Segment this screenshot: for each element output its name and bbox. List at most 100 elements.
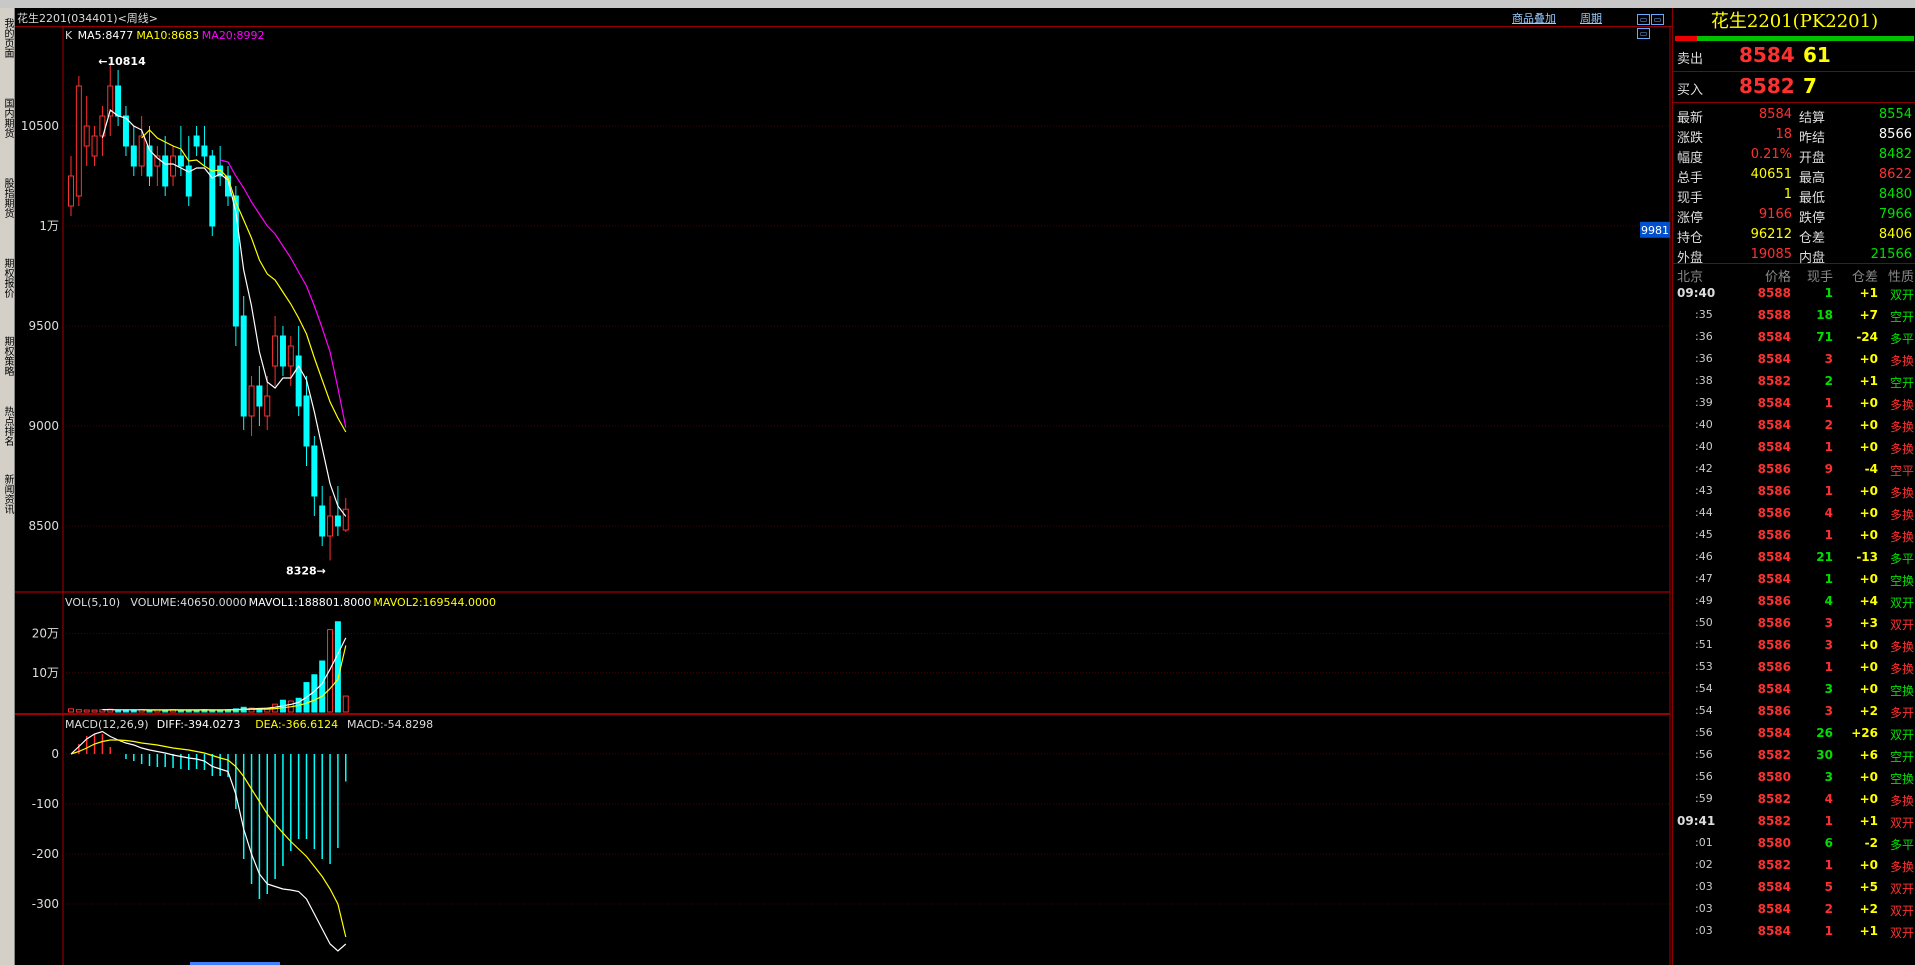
- sidebar-tab-1[interactable]: 国内期货: [1, 98, 13, 138]
- tick-oi-change: +26: [1851, 726, 1878, 740]
- tick-nature: 多换: [1889, 530, 1914, 544]
- quote-label: 仓差: [1799, 231, 1826, 246]
- tick-row[interactable]: :53 8586 1 +0 多换: [1673, 658, 1915, 680]
- tick-list[interactable]: 09:40 8588 1 +1 双开:35 8588 18 +7 空开:36 8584 71 -24 多…: [1673, 284, 1915, 944]
- tick-volume: 1: [1824, 924, 1833, 938]
- volume-bar: [91, 709, 98, 713]
- tick-oi-change: +3: [1859, 616, 1878, 630]
- tick-nature: 双开: [1889, 596, 1914, 610]
- tick-header-cell: 性质: [1887, 270, 1914, 285]
- tick-volume: 9: [1824, 462, 1833, 476]
- tick-price: 8584: [1757, 726, 1791, 740]
- ask-row[interactable]: 卖出 8584 61: [1673, 41, 1915, 72]
- tick-row[interactable]: :03 8584 1 +1 双开: [1673, 922, 1915, 944]
- tick-time: 09:40: [1677, 286, 1716, 300]
- bid-row[interactable]: 买入 8582 7: [1673, 72, 1915, 103]
- tick-volume: 3: [1824, 770, 1833, 784]
- legend-volume: VOLUME:40650.0000: [130, 596, 246, 609]
- sidebar-tab-5[interactable]: 热点排名: [1, 406, 13, 446]
- macd-y-tick: -100: [32, 797, 59, 811]
- quote-label: 幅度: [1677, 151, 1704, 166]
- tick-row[interactable]: :03 8584 5 +5 双开: [1673, 878, 1915, 900]
- tick-nature: 双开: [1889, 728, 1914, 742]
- tick-nature: 多换: [1889, 486, 1914, 500]
- tick-row[interactable]: :56 8584 26 +26 双开: [1673, 724, 1915, 746]
- tick-volume: 1: [1824, 286, 1833, 300]
- tick-row[interactable]: :49 8586 4 +4 双开: [1673, 592, 1915, 614]
- candle-body: [115, 85, 122, 117]
- sidebar-tab-0[interactable]: 我的页面: [1, 18, 13, 58]
- side-tabs: 我的页面国内期货股指期货期权报价期权策略热点排名新闻资讯: [0, 8, 15, 965]
- tick-row[interactable]: :50 8586 3 +3 双开: [1673, 614, 1915, 636]
- tick-row[interactable]: :45 8586 1 +0 多换: [1673, 526, 1915, 548]
- tick-price: 8586: [1757, 660, 1791, 674]
- tick-row[interactable]: :36 8584 3 +0 多换: [1673, 350, 1915, 372]
- legend-vol: VOL(5,10): [65, 596, 120, 609]
- tick-row[interactable]: :42 8586 9 -4 空平: [1673, 460, 1915, 482]
- tick-row[interactable]: :44 8586 4 +0 多换: [1673, 504, 1915, 526]
- candle-body: [162, 155, 169, 187]
- sidebar-tab-4[interactable]: 期权策略: [1, 336, 13, 376]
- tick-row[interactable]: :40 8584 1 +0 多换: [1673, 438, 1915, 460]
- sidebar-tab-3[interactable]: 期权报价: [1, 258, 13, 298]
- kline-chart[interactable]: 10500 1万 9500 9000 8500 K MA5:8477 MA10:8683 MA2…: [15, 26, 1672, 965]
- tick-time: :38: [1695, 374, 1713, 387]
- tick-volume: 26: [1816, 726, 1833, 740]
- tile-icon[interactable]: ▭: [1651, 14, 1664, 25]
- tick-oi-change: +0: [1859, 396, 1878, 410]
- tick-oi-change: +0: [1859, 638, 1878, 652]
- tick-time: 09:41: [1677, 814, 1716, 828]
- tick-row[interactable]: :51 8586 3 +0 多换: [1673, 636, 1915, 658]
- overlay-commodity-link[interactable]: 商品叠加: [1512, 10, 1556, 26]
- tick-nature: 多开: [1889, 706, 1914, 720]
- tick-volume: 2: [1824, 374, 1833, 388]
- quote-value: 7966: [1878, 207, 1912, 222]
- window-buttons: ▭ ▭▭: [1637, 11, 1672, 39]
- tick-row[interactable]: :36 8584 71 -24 多平: [1673, 328, 1915, 350]
- tick-row[interactable]: 09:41 8582 1 +1 双开: [1673, 812, 1915, 834]
- tick-row[interactable]: :01 8580 6 -2 多平: [1673, 834, 1915, 856]
- quote-label: 开盘: [1799, 151, 1826, 166]
- volume-bar: [83, 709, 90, 713]
- sidebar-tab-6[interactable]: 新闻资讯: [1, 474, 13, 514]
- tick-time: :46: [1695, 550, 1713, 563]
- tick-row[interactable]: :35 8588 18 +7 空开: [1673, 306, 1915, 328]
- legend-macd: MACD(12,26,9): [65, 718, 149, 731]
- tick-row[interactable]: :54 8586 3 +2 多开: [1673, 702, 1915, 724]
- tick-oi-change: -24: [1856, 330, 1878, 344]
- quote-value: 8482: [1878, 147, 1912, 162]
- tick-row[interactable]: :54 8584 3 +0 空换: [1673, 680, 1915, 702]
- tick-nature: 多换: [1889, 860, 1914, 874]
- tick-row[interactable]: :46 8584 21 -13 多平: [1673, 548, 1915, 570]
- tick-time: :39: [1695, 396, 1713, 409]
- quote-label: 最新: [1677, 111, 1704, 126]
- tick-row[interactable]: :02 8582 1 +0 多换: [1673, 856, 1915, 878]
- candle-body: [75, 85, 82, 197]
- quote-panel: 花生2201(PK2201) 卖出 8584 61 买入 8582 7 最新 85…: [1672, 8, 1915, 965]
- tick-row[interactable]: :43 8586 1 +0 多换: [1673, 482, 1915, 504]
- tick-volume: 1: [1824, 660, 1833, 674]
- quote-label: 昨结: [1799, 131, 1826, 146]
- tick-row[interactable]: :38 8582 2 +1 空开: [1673, 372, 1915, 394]
- sidebar-tab-2[interactable]: 股指期货: [1, 178, 13, 218]
- candle-body: [303, 395, 310, 447]
- period-link[interactable]: 周期: [1580, 10, 1602, 26]
- tick-volume: 71: [1816, 330, 1833, 344]
- tick-row[interactable]: :03 8584 2 +2 双开: [1673, 900, 1915, 922]
- tick-price: 8582: [1757, 374, 1791, 388]
- tick-row[interactable]: :59 8582 4 +0 多换: [1673, 790, 1915, 812]
- quote-title: 花生2201(PK2201): [1710, 11, 1879, 32]
- tick-row[interactable]: :56 8580 3 +0 空换: [1673, 768, 1915, 790]
- tick-nature: 空换: [1889, 684, 1914, 698]
- restore-icon[interactable]: ▭: [1637, 14, 1650, 25]
- tick-row[interactable]: :47 8584 1 +0 空换: [1673, 570, 1915, 592]
- low-annotation: 8328→: [286, 564, 326, 577]
- tick-row[interactable]: :40 8584 2 +0 多换: [1673, 416, 1915, 438]
- volume-bar: [334, 621, 341, 713]
- tick-row[interactable]: :56 8582 30 +6 空开: [1673, 746, 1915, 768]
- tick-price: 8586: [1757, 462, 1791, 476]
- quote-value: 8406: [1878, 227, 1912, 242]
- tick-nature: 多换: [1889, 398, 1914, 412]
- tick-row[interactable]: :39 8584 1 +0 多换: [1673, 394, 1915, 416]
- tick-row[interactable]: 09:40 8588 1 +1 双开: [1673, 284, 1915, 306]
